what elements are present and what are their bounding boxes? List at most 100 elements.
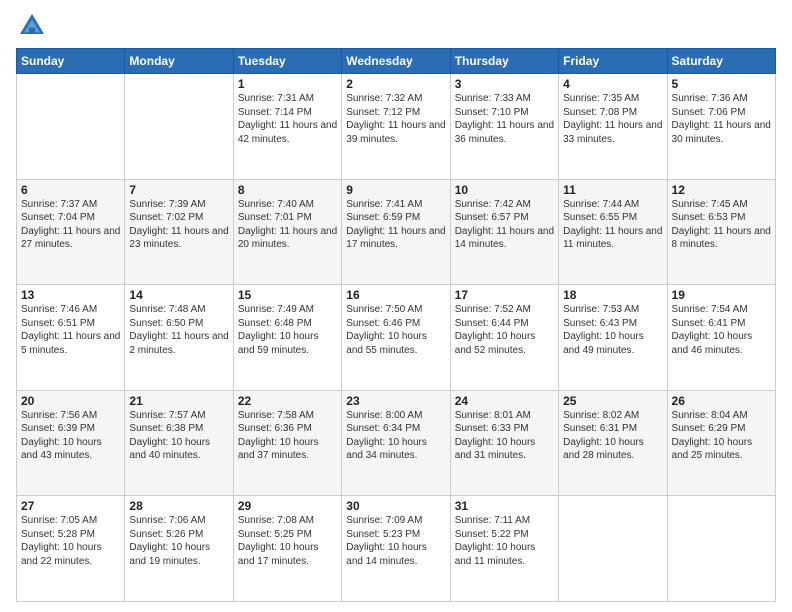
cell-info: Sunrise: 7:58 AMSunset: 6:36 PMDaylight:… — [238, 410, 319, 462]
day-number: 9 — [346, 183, 445, 197]
day-number: 11 — [563, 183, 662, 197]
day-number: 6 — [21, 183, 120, 197]
table-row: 28 Sunrise: 7:06 AMSunset: 5:26 PMDaylig… — [125, 496, 233, 602]
cell-info: Sunrise: 7:36 AMSunset: 7:06 PMDaylight:… — [672, 93, 771, 145]
cell-info: Sunrise: 7:42 AMSunset: 6:57 PMDaylight:… — [455, 199, 554, 251]
calendar-week-5: 27 Sunrise: 7:05 AMSunset: 5:28 PMDaylig… — [17, 496, 776, 602]
table-row: 30 Sunrise: 7:09 AMSunset: 5:23 PMDaylig… — [342, 496, 450, 602]
day-number: 27 — [21, 499, 120, 513]
cell-info: Sunrise: 7:41 AMSunset: 6:59 PMDaylight:… — [346, 199, 445, 251]
cell-info: Sunrise: 8:01 AMSunset: 6:33 PMDaylight:… — [455, 410, 536, 462]
table-row: 4 Sunrise: 7:35 AMSunset: 7:08 PMDayligh… — [559, 74, 667, 180]
col-monday: Monday — [125, 49, 233, 74]
day-number: 23 — [346, 394, 445, 408]
calendar-week-2: 6 Sunrise: 7:37 AMSunset: 7:04 PMDayligh… — [17, 179, 776, 285]
cell-info: Sunrise: 7:46 AMSunset: 6:51 PMDaylight:… — [21, 304, 120, 356]
table-row: 31 Sunrise: 7:11 AMSunset: 5:22 PMDaylig… — [450, 496, 558, 602]
day-number: 28 — [129, 499, 228, 513]
table-row: 16 Sunrise: 7:50 AMSunset: 6:46 PMDaylig… — [342, 285, 450, 391]
table-row: 17 Sunrise: 7:52 AMSunset: 6:44 PMDaylig… — [450, 285, 558, 391]
cell-info: Sunrise: 7:11 AMSunset: 5:22 PMDaylight:… — [455, 515, 536, 567]
cell-info: Sunrise: 7:08 AMSunset: 5:25 PMDaylight:… — [238, 515, 319, 567]
table-row: 29 Sunrise: 7:08 AMSunset: 5:25 PMDaylig… — [233, 496, 341, 602]
table-row — [125, 74, 233, 180]
cell-info: Sunrise: 7:48 AMSunset: 6:50 PMDaylight:… — [129, 304, 228, 356]
cell-info: Sunrise: 7:56 AMSunset: 6:39 PMDaylight:… — [21, 410, 102, 462]
day-number: 19 — [672, 288, 771, 302]
cell-info: Sunrise: 7:57 AMSunset: 6:38 PMDaylight:… — [129, 410, 210, 462]
table-row: 18 Sunrise: 7:53 AMSunset: 6:43 PMDaylig… — [559, 285, 667, 391]
day-number: 5 — [672, 77, 771, 91]
day-number: 7 — [129, 183, 228, 197]
calendar-week-4: 20 Sunrise: 7:56 AMSunset: 6:39 PMDaylig… — [17, 390, 776, 496]
cell-info: Sunrise: 7:53 AMSunset: 6:43 PMDaylight:… — [563, 304, 644, 356]
table-row: 19 Sunrise: 7:54 AMSunset: 6:41 PMDaylig… — [667, 285, 775, 391]
table-row: 10 Sunrise: 7:42 AMSunset: 6:57 PMDaylig… — [450, 179, 558, 285]
logo-icon — [16, 10, 48, 42]
table-row: 6 Sunrise: 7:37 AMSunset: 7:04 PMDayligh… — [17, 179, 125, 285]
calendar-table: Sunday Monday Tuesday Wednesday Thursday… — [16, 48, 776, 602]
table-row: 22 Sunrise: 7:58 AMSunset: 6:36 PMDaylig… — [233, 390, 341, 496]
day-number: 17 — [455, 288, 554, 302]
day-number: 13 — [21, 288, 120, 302]
table-row: 26 Sunrise: 8:04 AMSunset: 6:29 PMDaylig… — [667, 390, 775, 496]
col-friday: Friday — [559, 49, 667, 74]
header — [16, 10, 776, 42]
table-row: 20 Sunrise: 7:56 AMSunset: 6:39 PMDaylig… — [17, 390, 125, 496]
col-sunday: Sunday — [17, 49, 125, 74]
table-row: 27 Sunrise: 7:05 AMSunset: 5:28 PMDaylig… — [17, 496, 125, 602]
day-number: 15 — [238, 288, 337, 302]
cell-info: Sunrise: 7:40 AMSunset: 7:01 PMDaylight:… — [238, 199, 337, 251]
table-row: 15 Sunrise: 7:49 AMSunset: 6:48 PMDaylig… — [233, 285, 341, 391]
day-number: 29 — [238, 499, 337, 513]
day-number: 4 — [563, 77, 662, 91]
page: Sunday Monday Tuesday Wednesday Thursday… — [0, 0, 792, 612]
day-number: 14 — [129, 288, 228, 302]
table-row — [17, 74, 125, 180]
day-number: 20 — [21, 394, 120, 408]
table-row: 7 Sunrise: 7:39 AMSunset: 7:02 PMDayligh… — [125, 179, 233, 285]
col-wednesday: Wednesday — [342, 49, 450, 74]
day-number: 22 — [238, 394, 337, 408]
table-row — [667, 496, 775, 602]
cell-info: Sunrise: 7:52 AMSunset: 6:44 PMDaylight:… — [455, 304, 536, 356]
header-row: Sunday Monday Tuesday Wednesday Thursday… — [17, 49, 776, 74]
day-number: 2 — [346, 77, 445, 91]
col-thursday: Thursday — [450, 49, 558, 74]
col-tuesday: Tuesday — [233, 49, 341, 74]
table-row: 1 Sunrise: 7:31 AMSunset: 7:14 PMDayligh… — [233, 74, 341, 180]
day-number: 10 — [455, 183, 554, 197]
cell-info: Sunrise: 7:06 AMSunset: 5:26 PMDaylight:… — [129, 515, 210, 567]
table-row: 8 Sunrise: 7:40 AMSunset: 7:01 PMDayligh… — [233, 179, 341, 285]
cell-info: Sunrise: 8:04 AMSunset: 6:29 PMDaylight:… — [672, 410, 753, 462]
cell-info: Sunrise: 7:44 AMSunset: 6:55 PMDaylight:… — [563, 199, 662, 251]
day-number: 1 — [238, 77, 337, 91]
day-number: 26 — [672, 394, 771, 408]
cell-info: Sunrise: 7:32 AMSunset: 7:12 PMDaylight:… — [346, 93, 445, 145]
cell-info: Sunrise: 7:33 AMSunset: 7:10 PMDaylight:… — [455, 93, 554, 145]
table-row — [559, 496, 667, 602]
table-row: 14 Sunrise: 7:48 AMSunset: 6:50 PMDaylig… — [125, 285, 233, 391]
cell-info: Sunrise: 7:09 AMSunset: 5:23 PMDaylight:… — [346, 515, 427, 567]
cell-info: Sunrise: 7:45 AMSunset: 6:53 PMDaylight:… — [672, 199, 771, 251]
cell-info: Sunrise: 7:54 AMSunset: 6:41 PMDaylight:… — [672, 304, 753, 356]
table-row: 3 Sunrise: 7:33 AMSunset: 7:10 PMDayligh… — [450, 74, 558, 180]
table-row: 23 Sunrise: 8:00 AMSunset: 6:34 PMDaylig… — [342, 390, 450, 496]
logo — [16, 10, 52, 42]
cell-info: Sunrise: 7:49 AMSunset: 6:48 PMDaylight:… — [238, 304, 319, 356]
cell-info: Sunrise: 8:02 AMSunset: 6:31 PMDaylight:… — [563, 410, 644, 462]
cell-info: Sunrise: 7:35 AMSunset: 7:08 PMDaylight:… — [563, 93, 662, 145]
table-row: 13 Sunrise: 7:46 AMSunset: 6:51 PMDaylig… — [17, 285, 125, 391]
table-row: 2 Sunrise: 7:32 AMSunset: 7:12 PMDayligh… — [342, 74, 450, 180]
day-number: 25 — [563, 394, 662, 408]
cell-info: Sunrise: 7:37 AMSunset: 7:04 PMDaylight:… — [21, 199, 120, 251]
day-number: 3 — [455, 77, 554, 91]
cell-info: Sunrise: 7:31 AMSunset: 7:14 PMDaylight:… — [238, 93, 337, 145]
table-row: 5 Sunrise: 7:36 AMSunset: 7:06 PMDayligh… — [667, 74, 775, 180]
table-row: 25 Sunrise: 8:02 AMSunset: 6:31 PMDaylig… — [559, 390, 667, 496]
cell-info: Sunrise: 8:00 AMSunset: 6:34 PMDaylight:… — [346, 410, 427, 462]
day-number: 12 — [672, 183, 771, 197]
day-number: 18 — [563, 288, 662, 302]
cell-info: Sunrise: 7:05 AMSunset: 5:28 PMDaylight:… — [21, 515, 102, 567]
day-number: 31 — [455, 499, 554, 513]
